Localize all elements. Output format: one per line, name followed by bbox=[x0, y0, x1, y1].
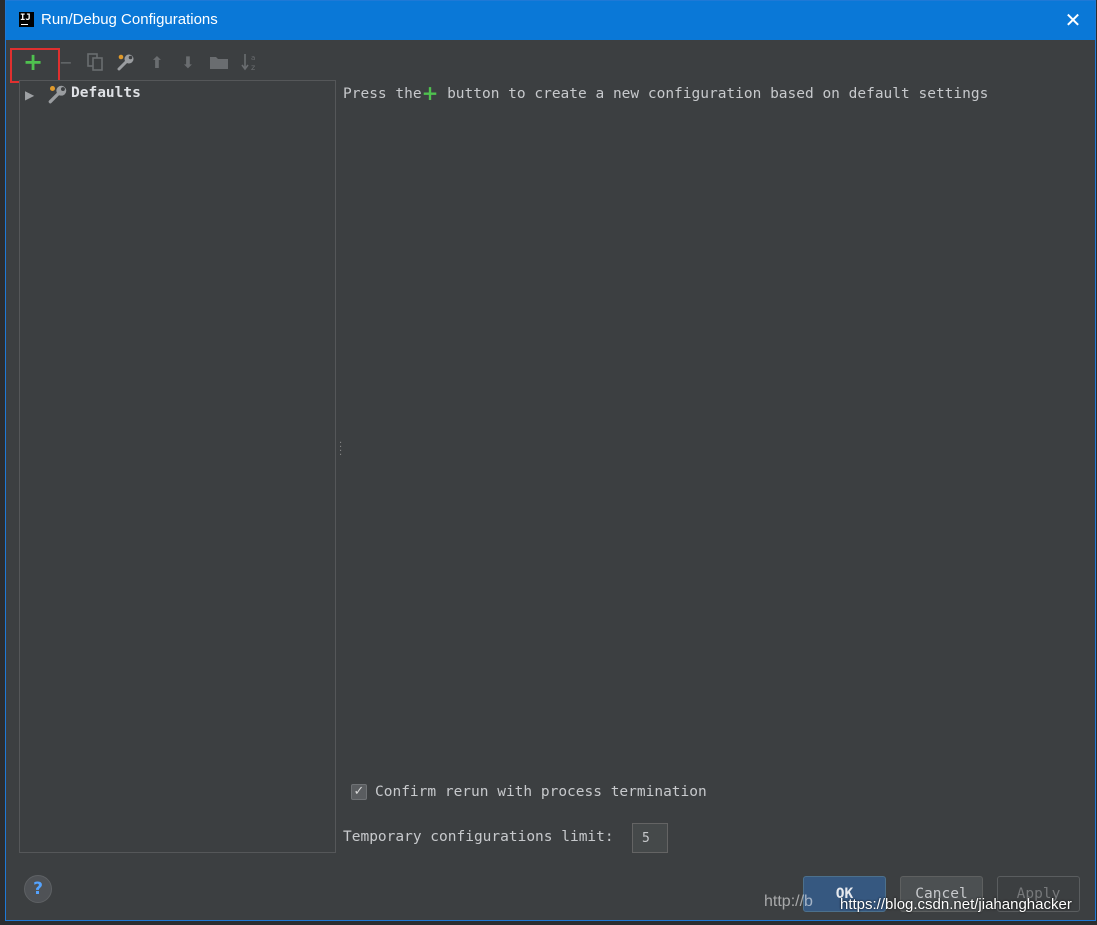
svg-text:z: z bbox=[251, 63, 255, 72]
confirm-rerun-label[interactable]: Confirm rerun with process termination bbox=[375, 784, 707, 800]
confirm-rerun-checkbox[interactable]: ✓ bbox=[351, 784, 367, 800]
add-configuration-button[interactable]: + bbox=[22, 48, 44, 76]
copy-icon bbox=[87, 53, 103, 71]
watermark-faint: http://b bbox=[764, 893, 813, 910]
move-down-button[interactable]: ⬇ bbox=[177, 51, 199, 73]
intellij-app-icon: IJ bbox=[19, 12, 34, 27]
expand-arrow-icon[interactable]: ▶ bbox=[25, 88, 34, 102]
tree-item-label: Defaults bbox=[71, 85, 141, 101]
temp-limit-input[interactable]: 5 bbox=[632, 823, 668, 853]
wrench-icon bbox=[47, 83, 69, 105]
configurations-toolbar: + − ⬆ ⬇ a z bbox=[6, 46, 306, 83]
folder-icon bbox=[210, 57, 228, 69]
title-bar[interactable]: IJ Run/Debug Configurations ✕ bbox=[6, 1, 1095, 40]
close-button[interactable]: ✕ bbox=[1051, 1, 1095, 40]
arrow-down-icon: ⬇ bbox=[181, 52, 195, 72]
hint-text-after: button to create a new configuration bas… bbox=[438, 86, 989, 102]
splitter-handle[interactable]: · · · · bbox=[339, 439, 343, 461]
run-debug-dialog: IJ Run/Debug Configurations ✕ + − ⬆ ⬇ a … bbox=[5, 0, 1096, 921]
add-icon: + bbox=[22, 48, 44, 76]
create-folder-button[interactable] bbox=[208, 51, 230, 73]
move-up-button[interactable]: ⬆ bbox=[146, 51, 168, 73]
arrow-up-icon: ⬆ bbox=[150, 52, 164, 72]
edit-defaults-button[interactable] bbox=[115, 51, 137, 73]
svg-text:a: a bbox=[251, 54, 255, 62]
dialog-title: Run/Debug Configurations bbox=[41, 11, 218, 28]
help-button[interactable]: ? bbox=[24, 875, 52, 903]
copy-configuration-button[interactable] bbox=[84, 51, 106, 73]
plus-icon: + bbox=[421, 81, 439, 105]
sort-icon: a z bbox=[241, 54, 255, 72]
remove-configuration-button[interactable]: − bbox=[55, 51, 77, 73]
wrench-icon bbox=[117, 54, 134, 71]
temp-limit-label: Temporary configurations limit: bbox=[343, 829, 614, 845]
hint-text-before: Press the bbox=[343, 86, 422, 102]
configurations-tree[interactable]: ▶ Defaults bbox=[19, 80, 336, 853]
remove-icon: − bbox=[59, 52, 73, 72]
empty-state-hint: Press the+ button to create a new config… bbox=[343, 81, 988, 105]
sort-button[interactable]: a z bbox=[239, 51, 261, 73]
watermark-url: https://blog.csdn.net/jiahanghacker bbox=[840, 896, 1072, 913]
